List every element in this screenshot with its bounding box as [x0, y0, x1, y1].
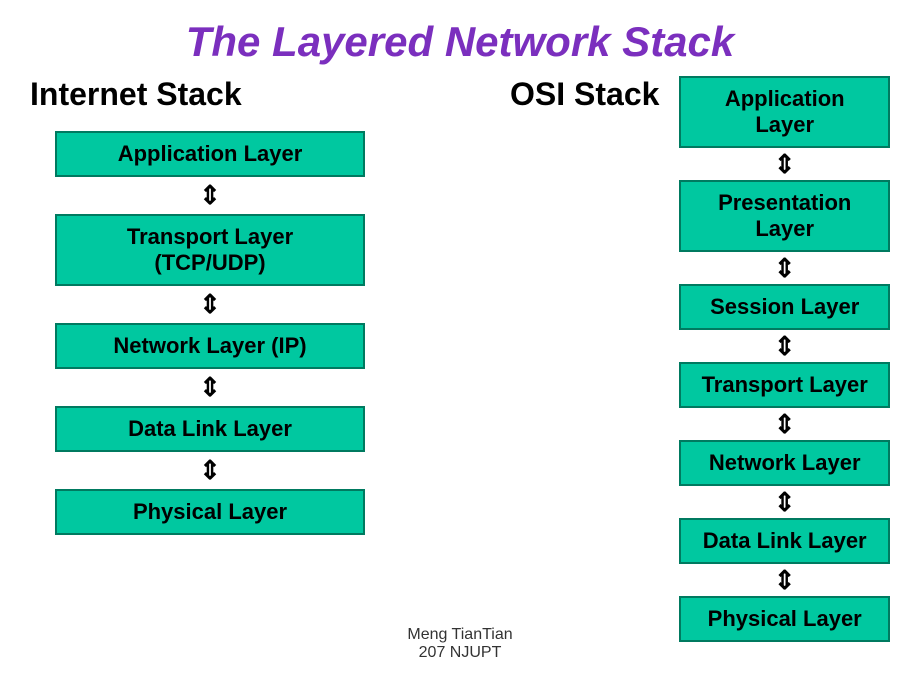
arrow-internet-2: ⇕ — [55, 372, 365, 403]
internet-layer-2: Network Layer (IP) — [55, 323, 365, 369]
arrow-internet-1: ⇕ — [55, 289, 365, 320]
internet-layers: Application Layer ⇕ Transport Layer (TCP… — [30, 131, 390, 535]
arrow-osi-1: ⇕ — [774, 255, 796, 281]
watermark-line2: 207 NJUPT — [407, 644, 512, 662]
internet-layer-0: Application Layer — [55, 131, 365, 177]
arrow-osi-2: ⇕ — [774, 333, 796, 359]
watermark-line1: Meng TianTian — [407, 626, 512, 644]
arrow-internet-0: ⇕ — [55, 180, 365, 211]
watermark: Meng TianTian 207 NJUPT — [407, 626, 512, 662]
osi-stack: OSI Stack Application Layer ⇕ Presentati… — [510, 76, 890, 642]
arrow-osi-3: ⇕ — [774, 411, 796, 437]
osi-layer-5: Data Link Layer — [679, 518, 890, 564]
internet-layer-4: Physical Layer — [55, 489, 365, 535]
arrow-osi-5: ⇕ — [774, 567, 796, 593]
osi-layer-3: Transport Layer — [679, 362, 890, 408]
page-title: The Layered Network Stack — [0, 0, 920, 66]
arrow-osi-4: ⇕ — [774, 489, 796, 515]
internet-stack-title: Internet Stack — [30, 76, 242, 113]
osi-layer-0: Application Layer — [679, 76, 890, 148]
osi-layers: Application Layer ⇕ Presentation Layer ⇕… — [679, 76, 890, 642]
arrow-osi-0: ⇕ — [774, 151, 796, 177]
osi-layer-4: Network Layer — [679, 440, 890, 486]
internet-layer-1: Transport Layer (TCP/UDP) — [55, 214, 365, 286]
internet-stack: Internet Stack Application Layer ⇕ Trans… — [30, 76, 390, 642]
internet-layer-3: Data Link Layer — [55, 406, 365, 452]
osi-layer-1: Presentation Layer — [679, 180, 890, 252]
osi-layer-6: Physical Layer — [679, 596, 890, 642]
osi-stack-title: OSI Stack — [510, 76, 659, 113]
osi-layer-2: Session Layer — [679, 284, 890, 330]
arrow-internet-3: ⇕ — [55, 455, 365, 486]
